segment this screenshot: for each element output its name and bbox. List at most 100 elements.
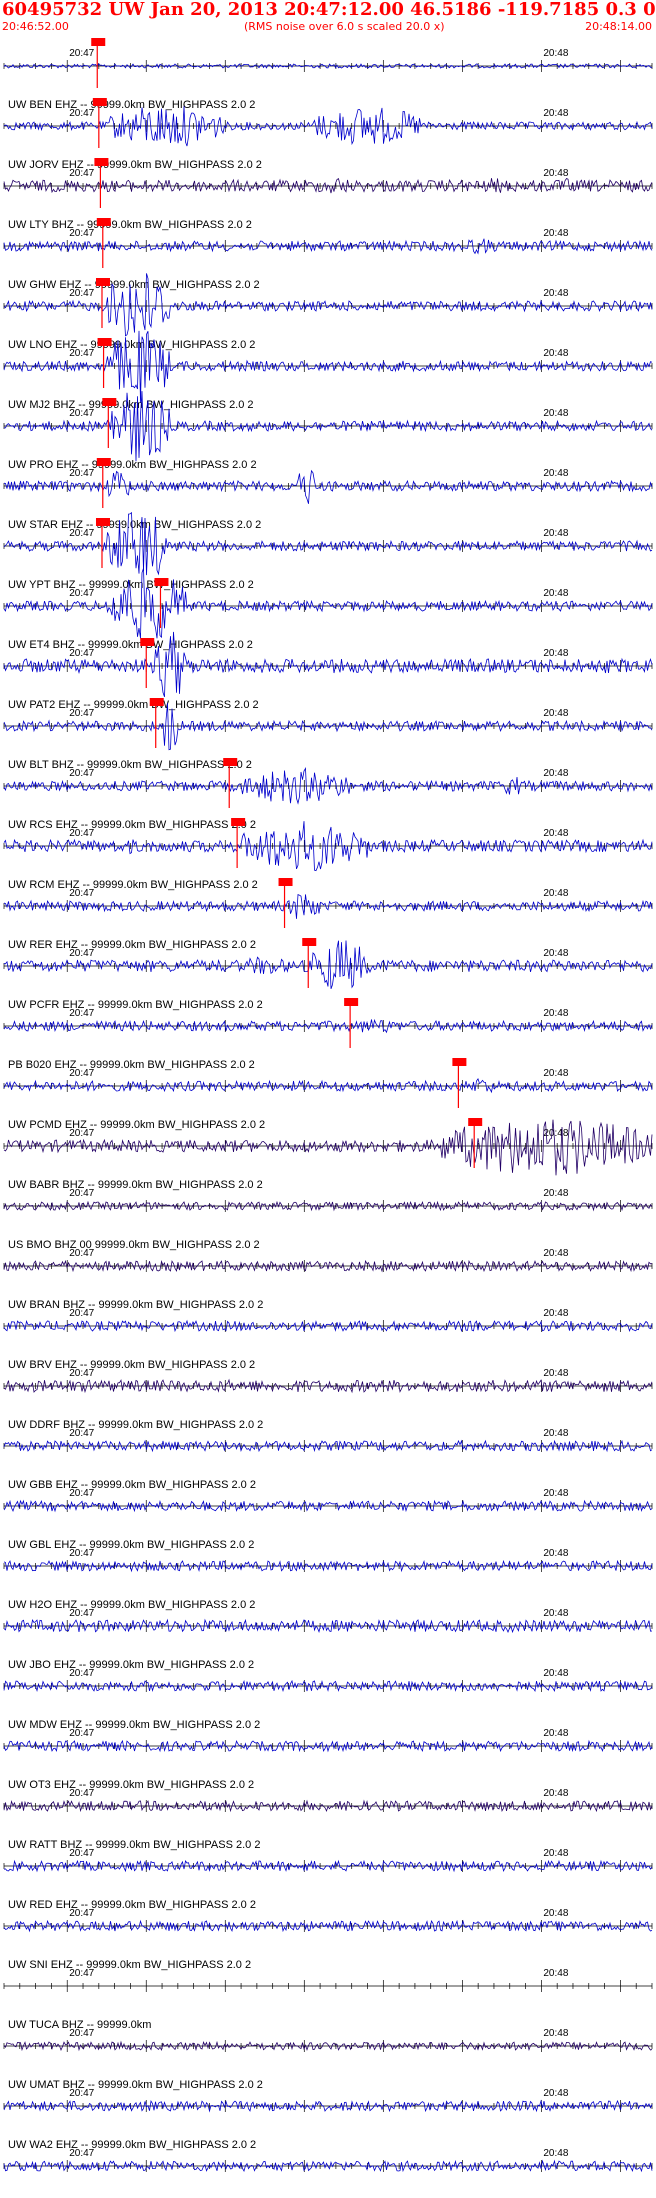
- tick-label: 20:48: [543, 648, 568, 659]
- tick-label: 20:47: [69, 888, 94, 899]
- tick-label: 20:48: [543, 2028, 568, 2039]
- tick-label: 20:48: [543, 1908, 568, 1919]
- tick-label: 20:47: [69, 708, 94, 719]
- tick-label: 20:47: [69, 1488, 94, 1499]
- station-label: UW BABR BHZ -- 99999.0km BW_HIGHPASS 2.0…: [8, 1179, 263, 1191]
- tick-label: 20:47: [69, 1068, 94, 1079]
- pick-marker: [95, 518, 110, 526]
- tick-label: 20:47: [69, 1848, 94, 1859]
- station-label: UW YPT BHZ -- 99999.0km BW_HIGHPASS 2.0 …: [8, 579, 254, 591]
- tick-label: 20:47: [69, 588, 94, 599]
- station-label: UW SNI EHZ -- 99999.0km BW_HIGHPASS 2.0 …: [8, 1959, 251, 1971]
- tick-label: 20:47: [69, 1428, 94, 1439]
- tick-label: 20:47: [69, 2088, 94, 2099]
- tick-label: 20:48: [543, 228, 568, 239]
- tick-label: 20:47: [69, 1368, 94, 1379]
- pick-marker: [344, 998, 359, 1006]
- station-label: UW BRAN BHZ -- 99999.0km BW_HIGHPASS 2.0…: [8, 1299, 263, 1311]
- station-label: UW RER EHZ -- 99999.0km BW_HIGHPASS 2.0 …: [8, 939, 256, 951]
- tick-label: 20:47: [69, 408, 94, 419]
- station-label: UW BLT BHZ -- 99999.0km BW_HIGHPASS 2.0 …: [8, 759, 252, 771]
- tick-label: 20:48: [543, 2148, 568, 2159]
- station-label: UW JORV EHZ -- 99999.0km BW_HIGHPASS 2.0…: [8, 159, 262, 171]
- tick-label: 20:48: [543, 48, 568, 59]
- station-label: UW RCM EHZ -- 99999.0km BW_HIGHPASS 2.0 …: [8, 879, 258, 891]
- station-label: UW BEN EHZ -- 99999.0km BW_HIGHPASS 2.0 …: [8, 99, 255, 111]
- tick-label: 20:47: [69, 1668, 94, 1679]
- tick-label: 20:48: [543, 828, 568, 839]
- station-label: UW MJ2 BHZ -- 99999.0km BW_HIGHPASS 2.0 …: [8, 399, 254, 411]
- tick-label: 20:48: [543, 588, 568, 599]
- tick-label: 20:48: [543, 1248, 568, 1259]
- tick-label: 20:48: [543, 108, 568, 119]
- station-label: UW PAT2 EHZ -- 99999.0km BW_HIGHPASS 2.0…: [8, 699, 259, 711]
- tick-label: 20:48: [543, 1668, 568, 1679]
- tick-label: 20:47: [69, 1128, 94, 1139]
- tick-label: 20:47: [69, 648, 94, 659]
- station-label: UW STAR EHZ -- 99999.0km BW_HIGHPASS 2.0…: [8, 519, 261, 531]
- tick-label: 20:47: [69, 948, 94, 959]
- station-label: UW RED EHZ -- 99999.0km BW_HIGHPASS 2.0 …: [8, 1899, 256, 1911]
- station-label: UW PCMD EHZ -- 99999.0km BW_HIGHPASS 2.0…: [8, 1119, 265, 1131]
- station-label: UW DDRF BHZ -- 99999.0km BW_HIGHPASS 2.0…: [8, 1419, 263, 1431]
- tick-label: 20:48: [543, 1788, 568, 1799]
- pick-marker: [154, 578, 169, 586]
- tick-label: 20:47: [69, 168, 94, 179]
- tick-label: 20:47: [69, 468, 94, 479]
- pick-marker: [302, 938, 317, 946]
- station-label: UW RATT BHZ -- 99999.0km BW_HIGHPASS 2.0…: [8, 1839, 260, 1851]
- tick-label: 20:47: [69, 1968, 94, 1979]
- tick-label: 20:48: [543, 1848, 568, 1859]
- tick-label: 20:47: [69, 828, 94, 839]
- pick-marker: [231, 818, 246, 826]
- tick-label: 20:48: [543, 708, 568, 719]
- tick-label: 20:48: [543, 288, 568, 299]
- pick-marker: [97, 338, 112, 346]
- tick-label: 20:47: [69, 1908, 94, 1919]
- tick-label: 20:48: [543, 1128, 568, 1139]
- pick-marker: [278, 878, 293, 886]
- tick-label: 20:47: [69, 288, 94, 299]
- pick-marker: [96, 218, 111, 226]
- station-label: UW MDW EHZ -- 99999.0km BW_HIGHPASS 2.0 …: [8, 1719, 260, 1731]
- tick-label: 20:48: [543, 1488, 568, 1499]
- tick-label: 20:48: [543, 888, 568, 899]
- tick-label: 20:48: [543, 1548, 568, 1559]
- station-label: UW ET4 BHZ -- 99999.0km BW_HIGHPASS 2.0 …: [8, 639, 253, 651]
- station-label: UW RCS EHZ -- 99999.0km BW_HIGHPASS 2.0 …: [8, 819, 256, 831]
- station-label: UW GHW EHZ -- 99999.0km BW_HIGHPASS 2.0 …: [8, 279, 260, 291]
- tick-label: 20:47: [69, 1248, 94, 1259]
- tick-label: 20:48: [543, 1728, 568, 1739]
- pick-marker: [452, 1058, 467, 1066]
- pick-marker: [92, 98, 107, 106]
- tick-label: 20:47: [69, 1308, 94, 1319]
- station-label: UW LTY BHZ -- 99999.0km BW_HIGHPASS 2.0 …: [8, 219, 252, 231]
- station-label: UW GBB EHZ -- 99999.0km BW_HIGHPASS 2.0 …: [8, 1479, 256, 1491]
- tick-label: 20:48: [543, 1068, 568, 1079]
- tick-label: 20:47: [69, 348, 94, 359]
- station-label: UW UMAT BHZ -- 99999.0km BW_HIGHPASS 2.0…: [8, 2079, 263, 2091]
- pick-marker: [96, 458, 111, 466]
- pick-marker: [94, 158, 109, 166]
- tick-label: 20:48: [543, 1308, 568, 1319]
- tick-label: 20:47: [69, 48, 94, 59]
- station-label: UW GBL EHZ -- 99999.0km BW_HIGHPASS 2.0 …: [8, 1539, 254, 1551]
- tick-label: 20:48: [543, 528, 568, 539]
- tick-label: 20:47: [69, 1608, 94, 1619]
- pick-marker: [223, 758, 238, 766]
- tick-label: 20:48: [543, 948, 568, 959]
- station-label: UW BRV EHZ -- 99999.0km BW_HIGHPASS 2.0 …: [8, 1359, 255, 1371]
- tick-label: 20:47: [69, 768, 94, 779]
- tick-label: 20:47: [69, 1548, 94, 1559]
- tick-label: 20:47: [69, 1728, 94, 1739]
- tick-label: 20:48: [543, 1188, 568, 1199]
- station-label: UW JBO EHZ -- 99999.0km BW_HIGHPASS 2.0 …: [8, 1659, 254, 1671]
- station-label: UW OT3 EHZ -- 99999.0km BW_HIGHPASS 2.0 …: [8, 1779, 254, 1791]
- pick-marker: [140, 638, 155, 646]
- tick-label: 20:48: [543, 768, 568, 779]
- station-label: US BMO BHZ 00 99999.0km BW_HIGHPASS 2.0 …: [8, 1239, 260, 1251]
- pick-marker: [149, 698, 164, 706]
- tick-label: 20:47: [69, 1188, 94, 1199]
- tick-label: 20:48: [543, 1368, 568, 1379]
- tick-label: 20:48: [543, 1008, 568, 1019]
